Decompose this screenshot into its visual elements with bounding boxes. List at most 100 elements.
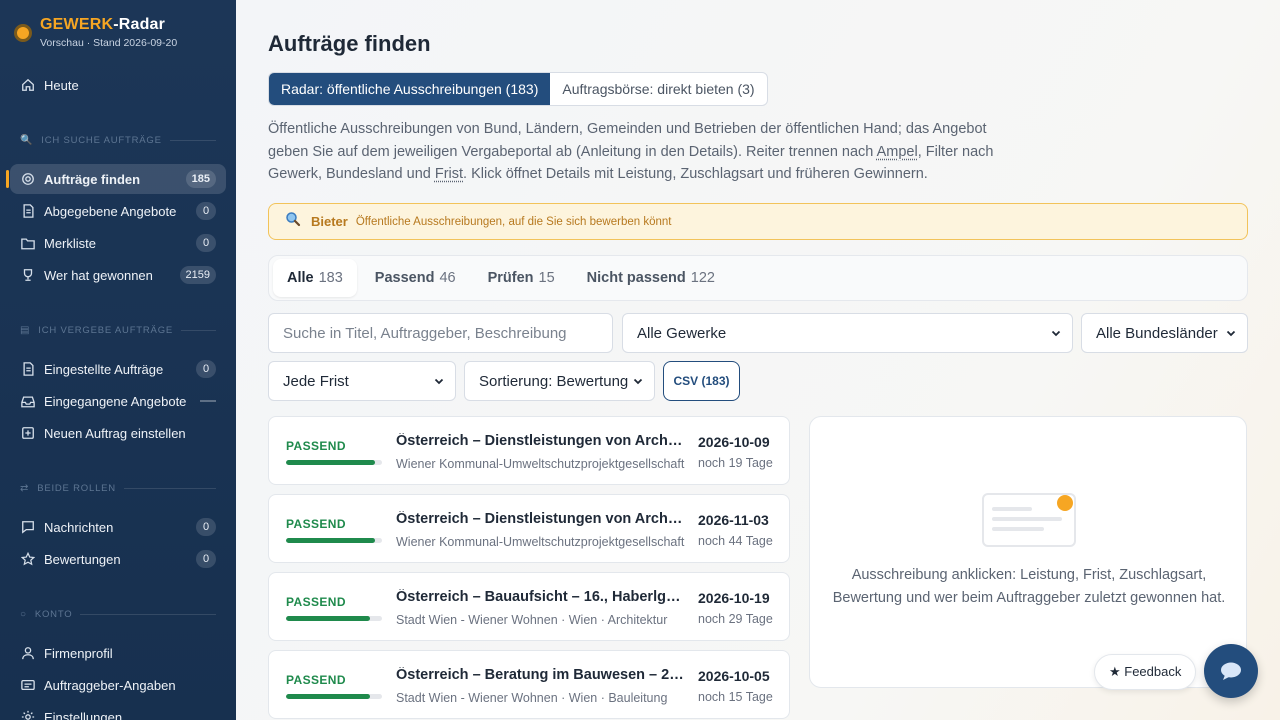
page-description: Öffentliche Ausschreibungen von Bund, Lä…	[268, 121, 994, 182]
result-title: Österreich – Beratung im Bauwesen – 20.,…	[396, 667, 686, 683]
sidebar-item-firmenprofil[interactable]: Firmenprofil	[10, 638, 226, 668]
sidebar-item-auftraggeber-angaben[interactable]: Auftraggeber-Angaben	[10, 670, 226, 700]
chevron-down-icon	[434, 378, 444, 385]
score-bar	[286, 460, 382, 465]
gewerk-select[interactable]: Alle Gewerke	[622, 313, 1073, 353]
search-icon	[285, 211, 301, 232]
user-icon	[20, 645, 36, 661]
brand[interactable]: GEWERK-Radar Vorschau · Stand 2026-09-20	[0, 0, 236, 62]
segment-radar[interactable]: Radar: öffentliche Ausschreibungen (183)	[269, 73, 551, 105]
clipboard-icon: ▤	[20, 324, 31, 336]
result-card[interactable]: PASSEND Österreich – Beratung im Bauwese…	[268, 650, 790, 719]
result-subtitle: Stadt Wien - Wiener Wohnen · Wien · Baul…	[396, 691, 668, 705]
detail-panel: Ausschreibung anklicken: Leistung, Frist…	[809, 416, 1247, 688]
section-konto: ○ KONTO	[20, 601, 216, 627]
sort-select[interactable]: Sortierung: Bewertung	[464, 361, 655, 401]
result-card[interactable]: PASSEND Österreich – Dienstleistungen vo…	[268, 416, 790, 485]
ampel-link[interactable]: Ampel	[877, 144, 918, 160]
segment-auftragsboerse[interactable]: Auftragsbörse: direkt bieten (3)	[550, 73, 766, 105]
circle-icon: ○	[20, 608, 27, 620]
result-subtitle: Stadt Wien - Wiener Wohnen · Wien · Arch…	[396, 613, 668, 627]
days-remaining: noch 19 Tage	[698, 456, 773, 470]
message-icon	[20, 519, 36, 535]
chat-bubble-icon	[1221, 662, 1241, 680]
section-ich-suche: 🔍 ICH SUCHE AUFTRÄGE	[20, 127, 216, 153]
sidebar-item-auftraege-finden[interactable]: Aufträge finden 185	[6, 164, 226, 194]
sidebar-item-einstellungen[interactable]: Einstellungen	[10, 702, 226, 720]
csv-export-button[interactable]: CSV (183)	[663, 361, 740, 401]
brand-logo-icon	[14, 24, 32, 42]
gear-icon	[20, 709, 36, 720]
search-input[interactable]: Suche in Titel, Auftraggeber, Beschreibu…	[268, 313, 613, 353]
swap-icon: ⇄	[20, 482, 30, 494]
days-remaining: noch 44 Tage	[698, 534, 773, 548]
result-subtitle: Wiener Kommunal-Umweltschutzprojektgesel…	[396, 457, 685, 471]
chevron-down-icon	[1226, 330, 1236, 337]
role-banner: Bieter Öffentliche Ausschreibungen, auf …	[268, 203, 1248, 240]
count-badge: 0	[196, 518, 216, 536]
result-title: Österreich – Bauaufsicht – 16., Haberlga…	[396, 589, 686, 605]
match-level: PASSEND	[286, 673, 346, 687]
feedback-button[interactable]: ★ Feedback	[1094, 654, 1197, 690]
id-card-icon	[20, 677, 36, 693]
sidebar-item-eingegangene-angebote[interactable]: Eingegangene Angebote	[10, 386, 226, 416]
sidebar-item-heute[interactable]: Heute	[10, 70, 226, 100]
inbox-icon	[20, 393, 36, 409]
sidebar-item-merkliste[interactable]: Merkliste 0	[10, 228, 226, 258]
trophy-icon	[20, 267, 36, 283]
score-bar	[286, 538, 382, 543]
count-badge: 0	[196, 550, 216, 568]
sidebar-item-eingestellte-auftraege[interactable]: Eingestellte Aufträge 0	[10, 354, 226, 384]
deadline-date: 2026-10-05	[698, 668, 770, 684]
search-icon: 🔍	[20, 134, 34, 146]
home-icon	[20, 77, 36, 93]
result-card[interactable]: PASSEND Österreich – Bauaufsicht – 16., …	[268, 572, 790, 641]
count-badge: 0	[196, 360, 216, 378]
score-bar	[286, 694, 382, 699]
tab-passend[interactable]: Passend 46	[361, 259, 470, 297]
empty-document-illustration	[982, 493, 1076, 547]
count-badge: 0	[196, 234, 216, 252]
bundesland-select[interactable]: Alle Bundesländer	[1081, 313, 1248, 353]
brand-title: GEWERK-Radar	[40, 16, 166, 33]
sidebar-item-abgegebene-angebote[interactable]: Abgegebene Angebote 0	[10, 196, 226, 226]
deadline-date: 2026-10-09	[698, 434, 770, 450]
days-remaining: noch 15 Tage	[698, 690, 773, 704]
role-banner-title: Bieter	[311, 214, 348, 229]
result-card[interactable]: PASSEND Österreich – Dienstleistungen vo…	[268, 494, 790, 563]
sidebar-item-neuen-auftrag[interactable]: Neuen Auftrag einstellen	[10, 418, 226, 448]
source-segmented-control: Radar: öffentliche Ausschreibungen (183)…	[268, 72, 768, 106]
tab-alle[interactable]: Alle 183	[273, 259, 357, 297]
sidebar-item-bewertungen[interactable]: Bewertungen 0	[10, 544, 226, 574]
sidebar-item-nachrichten[interactable]: Nachrichten 0	[10, 512, 226, 542]
score-bar	[286, 616, 382, 621]
count-badge: 0	[196, 202, 216, 220]
chevron-down-icon	[1051, 330, 1061, 337]
brand-subtitle: Vorschau · Stand 2026-09-20	[40, 37, 178, 49]
frist-select[interactable]: Jede Frist	[268, 361, 456, 401]
count-badge: 2159	[179, 266, 216, 284]
radar-icon	[20, 171, 36, 187]
status-tabs: Alle 183 Passend 46 Prüfen 15 Nicht passend…	[268, 255, 1248, 301]
document-icon	[20, 361, 36, 377]
detail-hint: Ausschreibung anklicken: Leistung, Frist…	[832, 567, 1226, 606]
match-level: PASSEND	[286, 439, 346, 453]
folder-icon	[20, 235, 36, 251]
main-content: Aufträge finden Radar: öffentliche Aussc…	[236, 0, 1280, 720]
chevron-down-icon	[633, 378, 643, 385]
role-banner-text: Öffentliche Ausschreibungen, auf die Sie…	[355, 215, 672, 228]
sidebar-item-wer-hat-gewonnen[interactable]: Wer hat gewonnen 2159	[10, 260, 226, 290]
document-icon	[20, 203, 36, 219]
sidebar: GEWERK-Radar Vorschau · Stand 2026-09-20…	[0, 0, 236, 720]
star-icon	[20, 551, 36, 567]
frist-link[interactable]: Frist	[435, 166, 463, 182]
result-title: Österreich – Dienstleistungen von Archit…	[396, 433, 686, 449]
plus-square-icon	[20, 425, 36, 441]
tab-pruefen[interactable]: Prüfen 15	[474, 259, 569, 297]
match-level: PASSEND	[286, 595, 346, 609]
tab-nicht-passend[interactable]: Nicht passend 122	[573, 259, 729, 297]
deadline-date: 2026-10-19	[698, 590, 770, 606]
empty-badge	[200, 400, 216, 402]
result-subtitle: Wiener Kommunal-Umweltschutzprojektgesel…	[396, 535, 685, 549]
chat-button[interactable]	[1204, 644, 1258, 698]
